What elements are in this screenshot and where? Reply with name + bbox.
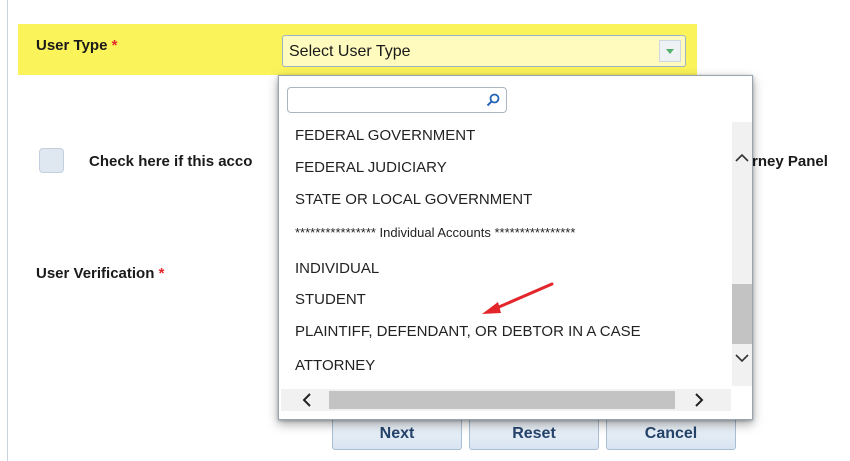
required-marker: * (158, 265, 165, 282)
required-marker: * (111, 37, 118, 54)
reset-button[interactable]: Reset (469, 416, 599, 450)
horizontal-scrollbar[interactable] (281, 389, 731, 411)
page-left-border (7, 0, 8, 461)
account-checkbox[interactable] (39, 148, 64, 173)
user-verification-label: User Verification * (36, 265, 164, 282)
dropdown-option[interactable]: INDIVIDUAL (295, 260, 379, 277)
chevron-left-icon[interactable] (299, 392, 315, 408)
user-type-label: User Type * (36, 37, 117, 54)
vertical-scroll-thumb[interactable] (732, 284, 752, 344)
dropdown-separator: **************** Individual Accounts ***… (295, 225, 576, 240)
horizontal-scroll-thumb[interactable] (329, 391, 675, 409)
dropdown-option[interactable]: STUDENT (295, 291, 366, 308)
dropdown-search-input[interactable] (287, 87, 507, 113)
checkbox-label: Check here if this acco (89, 153, 253, 170)
user-type-select-value: Select User Type (289, 43, 411, 60)
search-icon (486, 93, 500, 107)
user-type-label-text: User Type (36, 37, 108, 54)
dropdown-option[interactable]: PLAINTIFF, DEFENDANT, OR DEBTOR IN A CAS… (295, 323, 641, 340)
arrow-annotation-icon (482, 282, 554, 314)
chevron-down-icon[interactable] (734, 350, 750, 366)
user-type-dropdown: FEDERAL GOVERNMENT FEDERAL JUDICIARY STA… (278, 75, 753, 420)
dropdown-option[interactable]: FEDERAL JUDICIARY (295, 159, 447, 176)
cancel-button[interactable]: Cancel (606, 416, 736, 450)
chevron-down-icon[interactable] (659, 40, 681, 62)
chevron-right-icon[interactable] (691, 392, 707, 408)
dropdown-option[interactable]: STATE OR LOCAL GOVERNMENT (295, 191, 532, 208)
checkbox-label-tail: rney Panel (752, 153, 828, 170)
dropdown-option[interactable]: FEDERAL GOVERNMENT (295, 127, 475, 144)
user-type-select[interactable]: Select User Type (282, 35, 686, 67)
next-button[interactable]: Next (332, 416, 462, 450)
dropdown-option[interactable]: ATTORNEY (295, 357, 375, 374)
user-verification-label-text: User Verification (36, 265, 155, 282)
chevron-up-icon[interactable] (734, 150, 750, 166)
